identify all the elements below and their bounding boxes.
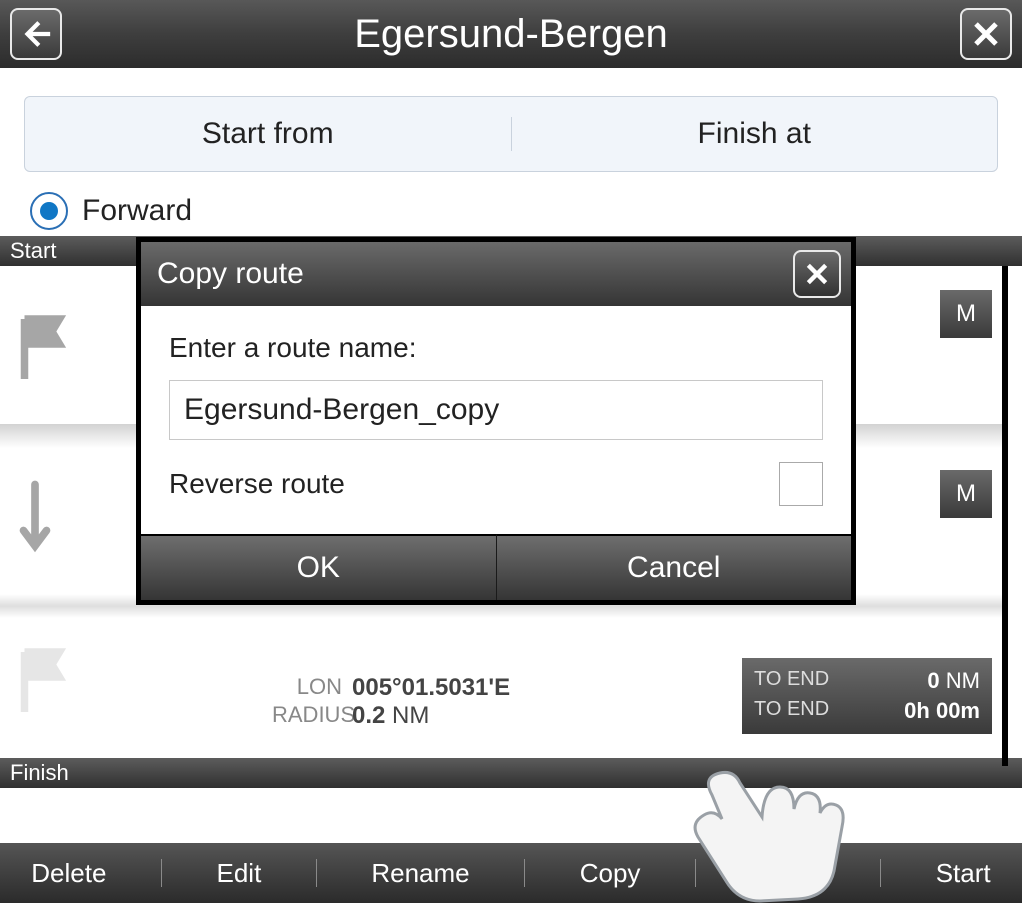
radius-unit: NM: [392, 702, 429, 729]
toend-dist-label: TO END: [754, 668, 829, 694]
route-name-label: Enter a route name:: [169, 332, 823, 364]
radius-key: RADIUS: [272, 702, 342, 730]
arrow-down-icon: [12, 474, 102, 569]
delete-button[interactable]: Delete: [23, 858, 114, 889]
screen: Egersund-Bergen Start from Finish at For…: [0, 0, 1022, 903]
edit-button[interactable]: Edit: [208, 858, 269, 889]
waypoint-row-finish[interactable]: LON 005°01.5031'E RADIUS 0.2 NM TO END 0 NM…: [0, 606, 1002, 762]
close-button[interactable]: [960, 8, 1012, 60]
dialog-body: Enter a route name: Reverse route: [141, 306, 851, 534]
lon-value: 005°01.5031'E: [352, 674, 510, 702]
dialog-title-bar: Copy route: [141, 242, 851, 306]
toend-dist-unit: NM: [946, 668, 980, 693]
toend-dist-value: 0: [927, 668, 939, 693]
copy-button[interactable]: Copy: [572, 858, 649, 889]
to-end-panel: TO END 0 NM TO END 0h 00m: [742, 658, 992, 734]
start-button[interactable]: Start: [928, 858, 999, 889]
radius-value: 0.2: [352, 702, 385, 729]
reverse-route-row: Reverse route: [169, 462, 823, 506]
export-button[interactable]: Export: [742, 858, 833, 889]
forward-radio[interactable]: [30, 192, 68, 230]
radio-dot-icon: [40, 202, 58, 220]
direction-radio-row: Forward: [30, 192, 998, 230]
finish-at-tab[interactable]: Finish at: [512, 117, 998, 151]
page-title: Egersund-Bergen: [354, 12, 668, 57]
reverse-route-label: Reverse route: [169, 468, 345, 500]
rename-button[interactable]: Rename: [363, 858, 477, 889]
content-area: Start from Finish at Forward: [0, 68, 1022, 230]
start-from-tab[interactable]: Start from: [25, 117, 511, 151]
distance-badge: M: [940, 290, 992, 338]
dialog-buttons: OK Cancel: [141, 534, 851, 600]
toend-time-label: TO END: [754, 698, 829, 724]
reverse-route-checkbox[interactable]: [779, 462, 823, 506]
toend-time-value: 0h 00m: [904, 698, 980, 724]
route-name-input[interactable]: [169, 380, 823, 440]
copy-route-dialog: Copy route Enter a route name: Reverse r…: [136, 237, 856, 605]
close-icon: [971, 19, 1001, 49]
forward-label: Forward: [82, 194, 192, 228]
distance-badge: M: [940, 470, 992, 518]
close-icon: [804, 261, 830, 287]
start-finish-toggle[interactable]: Start from Finish at: [24, 96, 998, 172]
cancel-button[interactable]: Cancel: [496, 534, 852, 600]
flag-icon: [12, 314, 102, 389]
flag-icon: [12, 647, 102, 722]
title-bar: Egersund-Bergen: [0, 0, 1022, 68]
ok-button[interactable]: OK: [141, 534, 496, 600]
action-bar: Delete Edit Rename Copy Export Start: [0, 843, 1022, 903]
dialog-close-button[interactable]: [793, 250, 841, 298]
arrow-left-icon: [19, 17, 53, 51]
back-button[interactable]: [10, 8, 62, 60]
dialog-title: Copy route: [157, 257, 304, 291]
lon-key: LON: [272, 674, 342, 702]
